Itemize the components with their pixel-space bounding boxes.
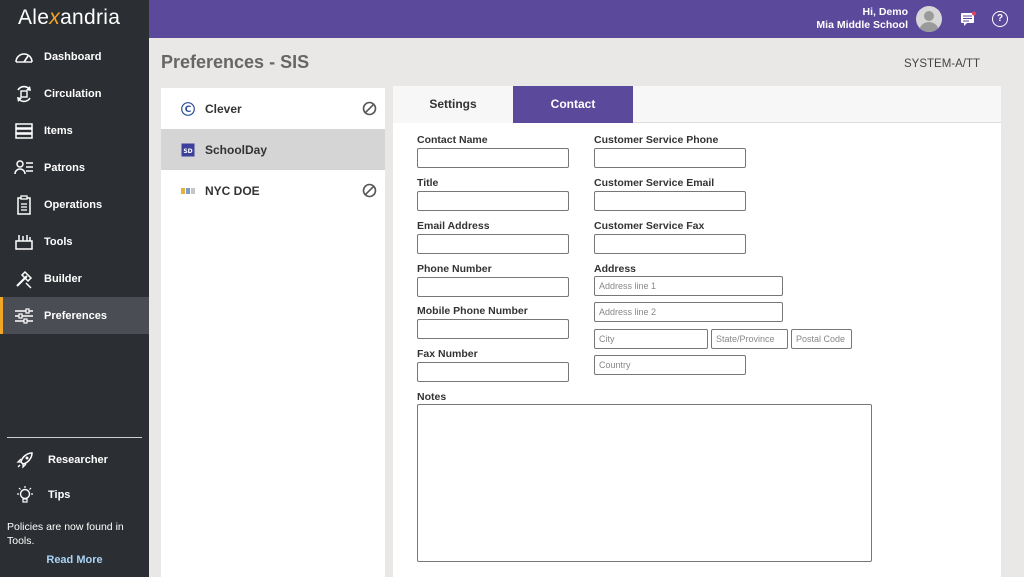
sidebar-divider (7, 437, 142, 438)
school-name: Mia Middle School (816, 19, 908, 31)
provider-schoolday[interactable]: SD SchoolDay (161, 129, 385, 170)
phone-input[interactable] (417, 277, 569, 297)
disabled-icon (362, 183, 377, 198)
nav-item-label: Researcher (48, 454, 108, 466)
fax-label: Fax Number (417, 348, 478, 360)
nav-item-tools[interactable]: Tools (0, 223, 149, 260)
phone-label: Phone Number (417, 263, 492, 275)
nav-item-label: Dashboard (44, 50, 102, 63)
operations-clipboard-icon (13, 194, 35, 216)
notes-textarea[interactable] (417, 404, 872, 562)
schoolday-logo-icon: SD (181, 143, 195, 157)
nav-item-label: Builder (44, 272, 82, 285)
fax-input[interactable] (417, 362, 569, 382)
provider-name: NYC DOE (205, 183, 260, 198)
city-input[interactable] (594, 329, 708, 349)
messages-icon[interactable] (960, 11, 976, 27)
contact-name-label: Contact Name (417, 134, 488, 146)
contact-panel: Settings Contact Contact Name Title Emai… (393, 86, 1001, 577)
cs-fax-input[interactable] (594, 234, 746, 254)
nav-item-items[interactable]: Items (0, 112, 149, 149)
main-nav: Dashboard Circulation Items Patrons Oper… (0, 38, 149, 334)
nav-item-label: Operations (44, 198, 103, 211)
mobile-phone-label: Mobile Phone Number (417, 305, 528, 317)
nav-item-label: Circulation (44, 87, 102, 100)
country-input[interactable] (594, 355, 746, 375)
nav-item-preferences[interactable]: Preferences (0, 297, 149, 334)
provider-clever[interactable]: C Clever (161, 88, 385, 129)
sis-provider-list: C Clever SD SchoolDay NYC DOE (161, 88, 385, 577)
user-greeting: Hi, Demo Mia Middle School (816, 6, 908, 32)
nav-item-label: Items (44, 124, 73, 137)
circulation-icon (13, 83, 35, 105)
disabled-icon (362, 101, 377, 116)
nav-item-operations[interactable]: Operations (0, 186, 149, 223)
mobile-phone-input[interactable] (417, 319, 569, 339)
provider-nyc-doe[interactable]: NYC DOE (161, 170, 385, 211)
nav-item-label: Preferences (44, 309, 107, 322)
lightbulb-icon (14, 484, 36, 506)
cs-email-input[interactable] (594, 191, 746, 211)
nav-item-label: Tools (44, 235, 73, 248)
nav-item-label: Tips (48, 489, 71, 501)
provider-name: SchoolDay (205, 142, 268, 157)
state-province-input[interactable] (711, 329, 788, 349)
cs-phone-input[interactable] (594, 148, 746, 168)
title-label: Title (417, 177, 439, 189)
address-line1-input[interactable] (594, 276, 783, 296)
nav-item-researcher[interactable]: Researcher (14, 449, 108, 471)
builder-icon (13, 268, 35, 290)
dashboard-gauge-icon (13, 46, 35, 68)
app-logo[interactable]: Alexandria (18, 6, 120, 30)
nav-item-label: Patrons (44, 161, 85, 174)
address-line2-input[interactable] (594, 302, 783, 322)
tab-bar: Settings Contact (393, 86, 1001, 123)
policy-note: Policies are now found in Tools. (7, 521, 124, 547)
nav-item-patrons[interactable]: Patrons (0, 149, 149, 186)
email-input[interactable] (417, 234, 569, 254)
notes-label: Notes (417, 391, 447, 403)
rocket-icon (14, 449, 36, 471)
clever-logo-icon: C (181, 101, 195, 116)
address-label: Address (594, 263, 637, 275)
items-books-icon (13, 120, 35, 142)
read-more-link[interactable]: Read More (0, 554, 149, 566)
system-label: SYSTEM-A/TT (904, 58, 981, 70)
tools-icon (13, 231, 35, 253)
avatar[interactable] (916, 6, 942, 32)
nyc-doe-logo-icon (181, 184, 195, 198)
cs-email-label: Customer Service Email (594, 177, 715, 189)
page-title: Preferences - SIS (161, 52, 310, 72)
top-bar: Hi, Demo Mia Middle School ? (149, 0, 1024, 38)
preferences-sliders-icon (13, 305, 35, 327)
email-label: Email Address (417, 220, 490, 232)
cs-phone-label: Customer Service Phone (594, 134, 719, 146)
tab-settings[interactable]: Settings (393, 86, 513, 123)
title-input[interactable] (417, 191, 569, 211)
postal-code-input[interactable] (791, 329, 852, 349)
tab-contact[interactable]: Contact (513, 86, 633, 123)
contact-name-input[interactable] (417, 148, 569, 168)
provider-name: Clever (205, 101, 242, 116)
nav-item-tips[interactable]: Tips (14, 484, 70, 506)
nav-item-builder[interactable]: Builder (0, 260, 149, 297)
sidebar: Alexandria Dashboard Circulation Items P… (0, 0, 149, 577)
nav-item-dashboard[interactable]: Dashboard (0, 38, 149, 75)
svg-text:SD: SD (183, 148, 192, 155)
nav-item-circulation[interactable]: Circulation (0, 75, 149, 112)
cs-fax-label: Customer Service Fax (594, 220, 705, 232)
help-icon[interactable]: ? (992, 11, 1008, 27)
patrons-icon (13, 157, 35, 179)
greeting-text: Hi, Demo (862, 6, 908, 18)
svg-text:C: C (185, 105, 192, 115)
